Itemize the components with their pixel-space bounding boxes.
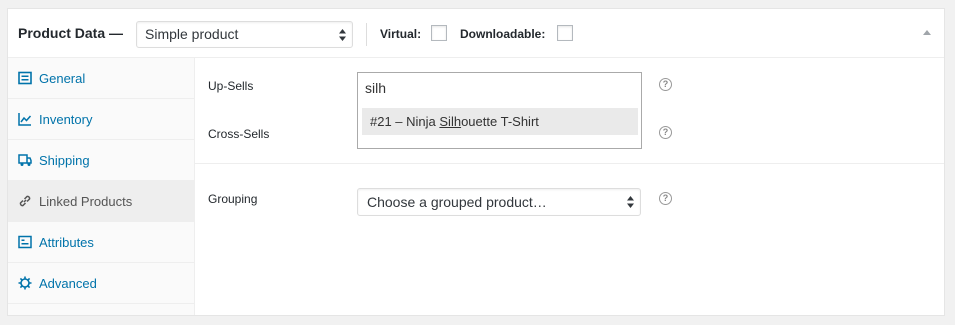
tab-general[interactable]: General (8, 58, 194, 99)
result-prefix: #21 – Ninja (370, 114, 440, 129)
tab-inventory[interactable]: Inventory (8, 99, 194, 140)
section-divider (195, 163, 944, 164)
collapse-toggle-icon[interactable] (923, 30, 931, 35)
gear-icon (18, 276, 32, 290)
select-arrows-icon (627, 196, 634, 208)
tab-advanced[interactable]: Advanced (8, 263, 194, 304)
product-type-select[interactable]: Simple product (136, 21, 353, 48)
downloadable-checkbox[interactable] (557, 25, 573, 41)
tab-general-label: General (39, 71, 86, 86)
attributes-icon (18, 235, 32, 249)
upsells-label: Up-Sells (208, 79, 254, 93)
inventory-icon (18, 113, 32, 126)
virtual-checkbox[interactable] (431, 25, 447, 41)
virtual-label: Virtual: (380, 27, 422, 41)
general-icon (18, 71, 32, 85)
product-data-tabs: General Inventory Shipping Linked Produc… (8, 58, 195, 315)
grouping-help-icon[interactable]: ? (659, 192, 672, 205)
tab-inventory-label: Inventory (39, 112, 93, 127)
tab-attributes[interactable]: Attributes (8, 222, 194, 263)
product-type-value: Simple product (145, 26, 239, 42)
grouping-select[interactable]: Choose a grouped product… (357, 188, 641, 216)
shipping-icon (18, 154, 32, 166)
tab-shipping-label: Shipping (39, 153, 90, 168)
tab-linked-products-label: Linked Products (39, 194, 133, 209)
grouping-label: Grouping (208, 192, 258, 206)
tab-advanced-label: Advanced (39, 276, 97, 291)
header-separator (366, 23, 367, 46)
upsells-help-icon[interactable]: ? (659, 78, 672, 91)
link-icon (19, 195, 31, 207)
result-match: Silh (439, 114, 462, 129)
grouping-value: Choose a grouped product… (367, 194, 547, 210)
crosssells-help-icon[interactable]: ? (659, 126, 672, 139)
panel-title: Product Data — (18, 25, 124, 41)
tab-shipping[interactable]: Shipping (8, 140, 194, 181)
tab-linked-products[interactable]: Linked Products (8, 181, 194, 222)
downloadable-label: Downloadable: (460, 27, 546, 41)
linked-products-panel: Up-Sells Cross-Sells silh #21 – Ninja Si… (195, 58, 944, 315)
upsells-search-input[interactable]: silh (365, 80, 386, 96)
product-data-panel: Product Data — Simple product Virtual: D… (7, 8, 945, 316)
select-arrows-icon (339, 29, 346, 41)
tab-attributes-label: Attributes (39, 235, 94, 250)
search-result-item[interactable]: #21 – Ninja Silhouette T-Shirt (362, 108, 638, 135)
panel-header: Product Data — Simple product Virtual: D… (8, 9, 944, 58)
upsells-search-box[interactable]: silh #21 – Ninja Silhouette T-Shirt (357, 72, 642, 149)
result-suffix: ouette T-Shirt (461, 114, 539, 129)
crosssells-label: Cross-Sells (208, 127, 270, 141)
